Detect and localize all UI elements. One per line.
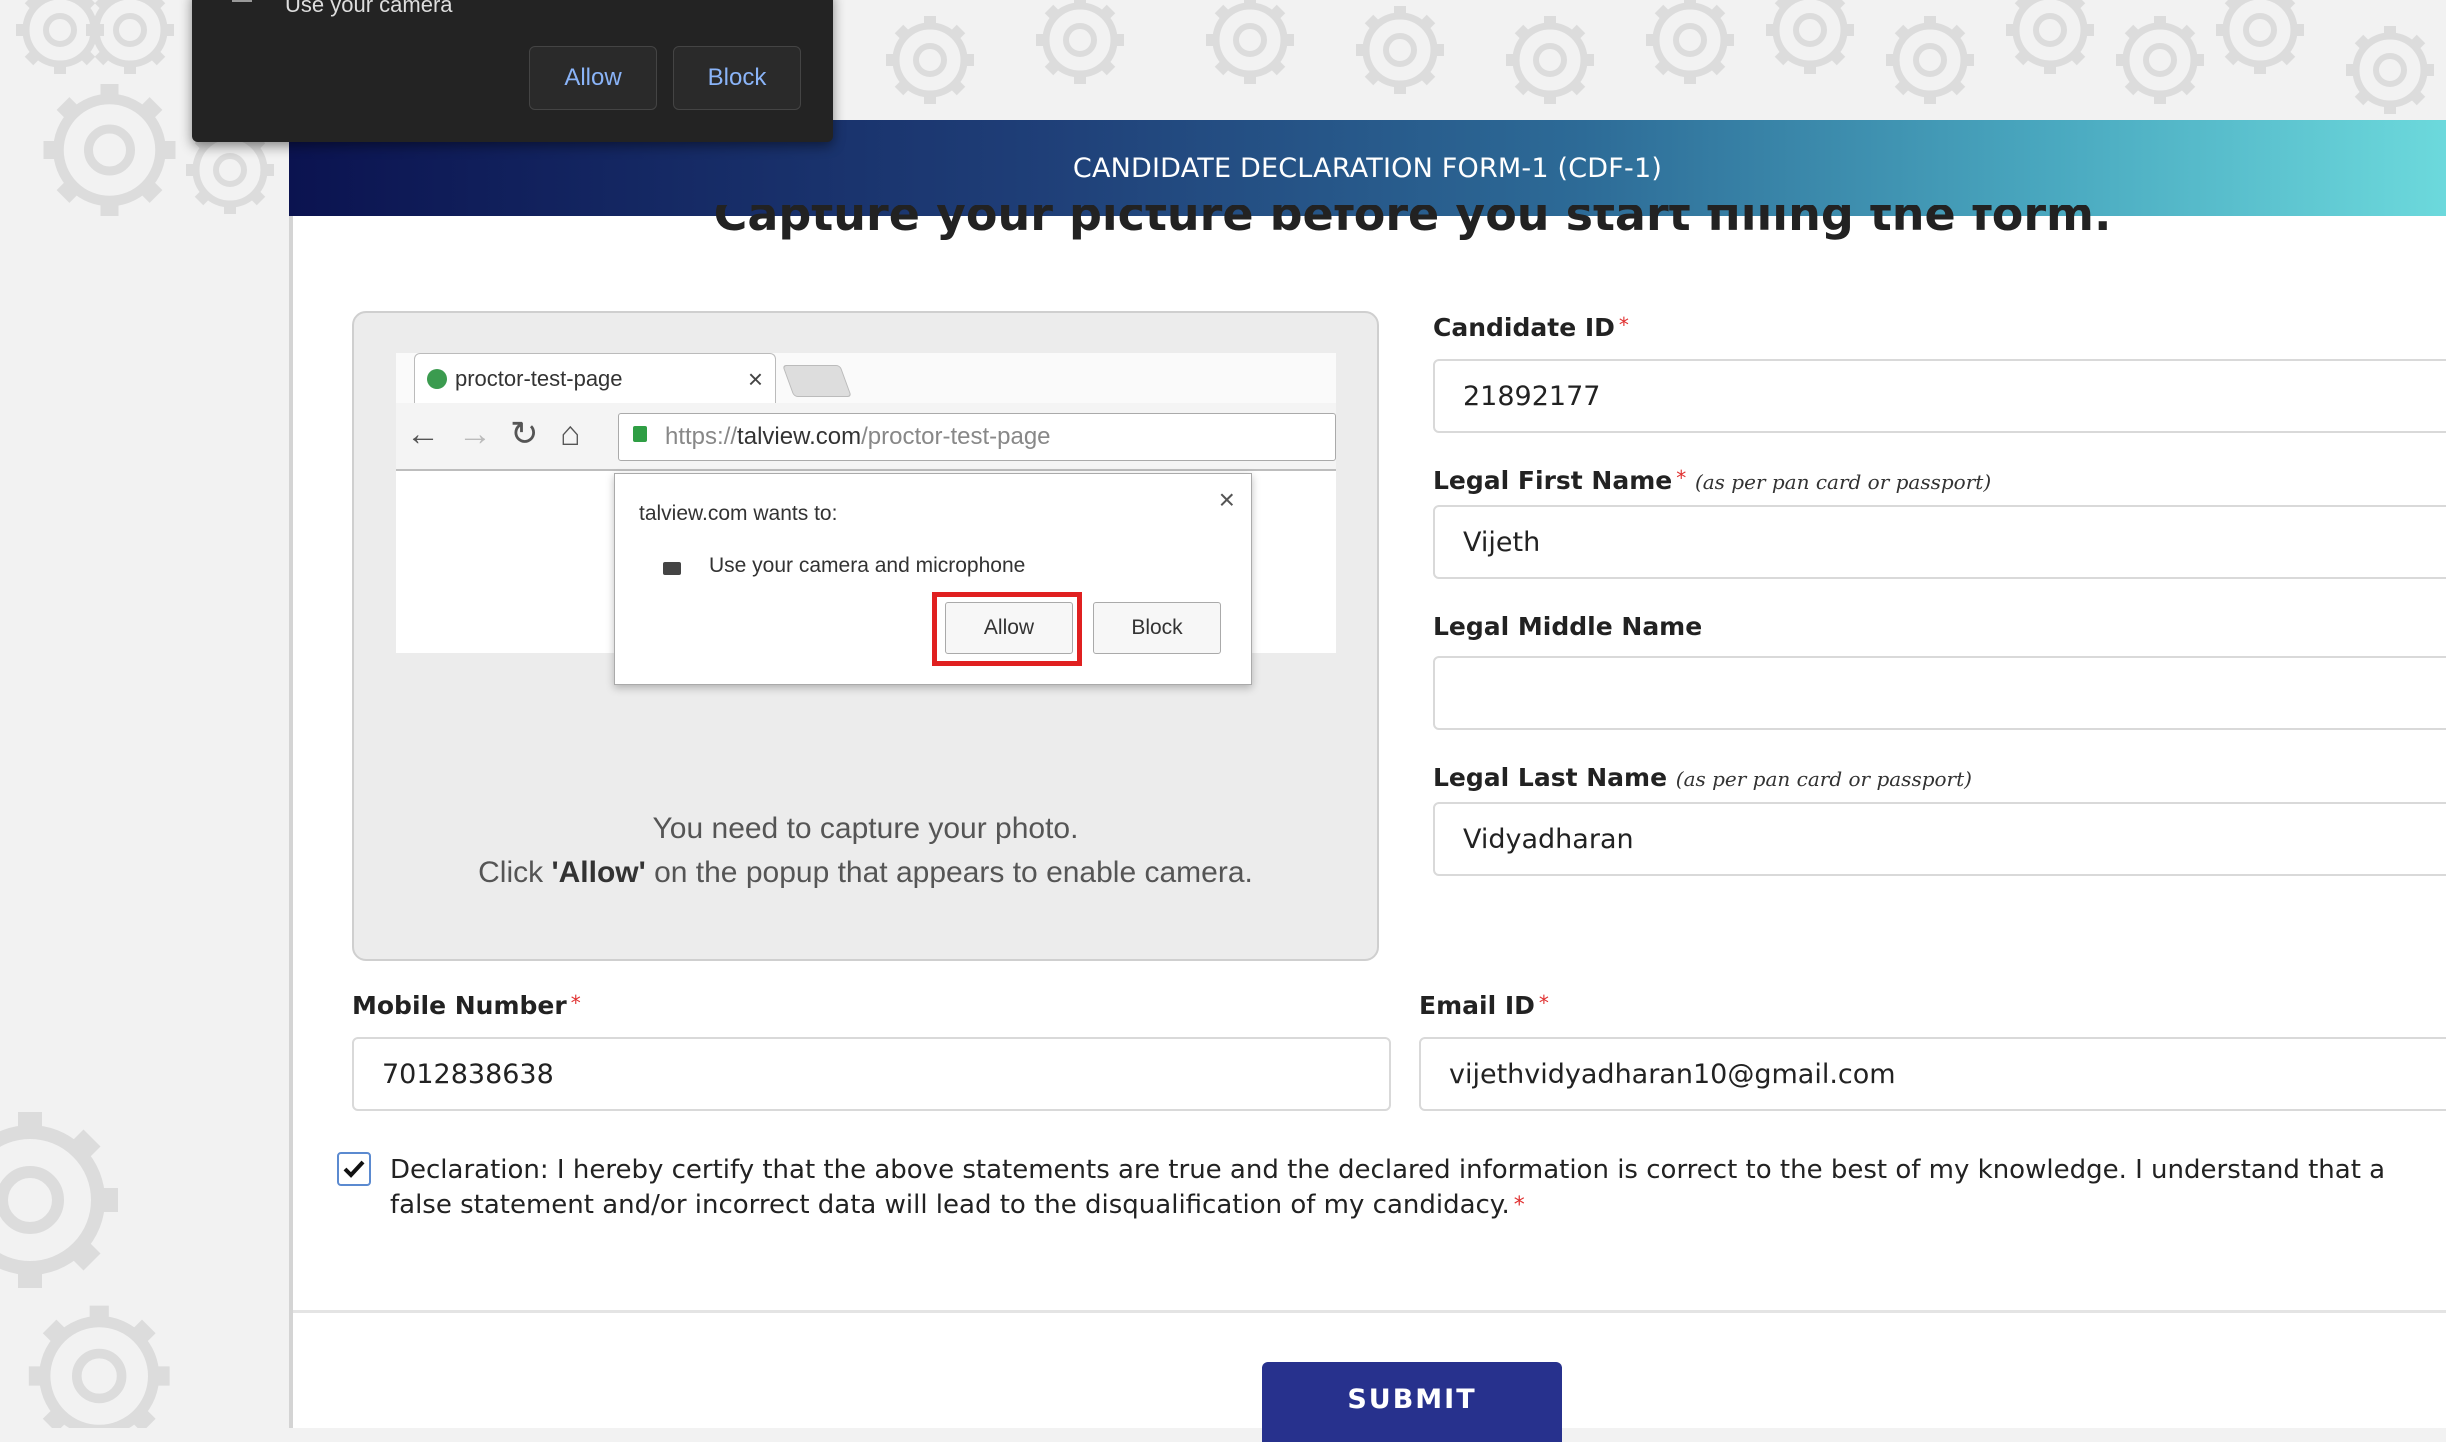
gear-icon — [0, 1112, 118, 1288]
forward-arrow-icon: → — [458, 415, 492, 453]
required-marker: * — [570, 991, 581, 1015]
gear-icon — [1356, 6, 1444, 94]
gear-icon — [1646, 0, 1734, 84]
middle-name-field[interactable] — [1433, 656, 2446, 730]
form-title: CANDIDATE DECLARATION FORM-1 (CDF-1) — [1072, 152, 1663, 184]
gear-icon — [29, 1306, 170, 1428]
email-input[interactable] — [1449, 1058, 2446, 1090]
checkmark-icon — [343, 1160, 365, 1178]
gear-icon — [2006, 0, 2094, 74]
email-field[interactable] — [1419, 1037, 2446, 1111]
declaration-checkbox[interactable] — [337, 1152, 371, 1186]
close-icon: × — [747, 364, 763, 394]
last-name-hint: (as per pan card or passport) — [1675, 767, 1972, 791]
illustration-block-button: Block — [1093, 602, 1221, 654]
permission-allow-button[interactable]: Allow — [529, 46, 657, 110]
submit-button[interactable]: SUBMIT — [1262, 1362, 1562, 1442]
permission-prompt-text: Use your camera — [285, 0, 453, 17]
first-name-hint: (as per pan card or passport) — [1694, 470, 1992, 494]
declaration-text: Declaration: I hereby certify that the a… — [390, 1153, 2446, 1223]
back-arrow-icon: ← — [406, 415, 440, 453]
browser-permission-popup: Use your camera Allow Block — [192, 0, 833, 142]
home-icon: ⌂ — [560, 415, 581, 453]
instruction-allow-emphasis: 'Allow' — [551, 856, 646, 889]
last-name-label-text: Legal Last Name — [1433, 763, 1668, 792]
middle-name-label: Legal Middle Name — [1433, 612, 1703, 641]
gear-icon — [1036, 0, 1124, 84]
photo-instruction-line1: You need to capture your photo. — [652, 812, 1079, 845]
illustration-dialog-title: talview.com wants to: — [639, 502, 838, 525]
required-marker: * — [1618, 313, 1629, 337]
camera-icon — [663, 562, 681, 575]
gear-icon — [2346, 26, 2434, 114]
candidate-id-label: Candidate ID * — [1433, 313, 1629, 342]
illustration-url-scheme: https:// — [665, 423, 738, 450]
reload-icon: ↻ — [510, 415, 539, 453]
gear-icon — [86, 0, 174, 74]
gear-icon — [886, 16, 974, 104]
mobile-label: Mobile Number * — [352, 991, 581, 1020]
email-label-text: Email ID — [1419, 991, 1535, 1020]
illustration-url-path: /proctor-test-page — [861, 423, 1051, 450]
photo-instruction-line2: Click 'Allow' on the popup that appears … — [352, 851, 1379, 895]
email-label: Email ID * — [1419, 991, 1549, 1020]
candidate-id-label-text: Candidate ID — [1433, 313, 1615, 342]
first-name-input[interactable] — [1463, 526, 2446, 558]
photo-instructions: You need to capture your photo. Click 'A… — [352, 807, 1379, 895]
instruction-prefix: Click — [478, 856, 552, 889]
illustration-dialog-permission: Use your camera and microphone — [709, 554, 1026, 577]
instruction-suffix: on the popup that appears to enable came… — [645, 856, 1253, 889]
gear-icon — [16, 0, 104, 74]
new-tab-icon — [782, 365, 852, 397]
mobile-input[interactable] — [382, 1058, 1389, 1090]
last-name-label: Legal Last Name (as per pan card or pass… — [1433, 763, 1972, 792]
middle-name-input[interactable] — [1463, 677, 2446, 709]
gear-icon — [2116, 16, 2204, 104]
declaration-statement: Declaration: I hereby certify that the a… — [390, 1155, 2386, 1220]
gear-icon — [1206, 0, 1294, 84]
first-name-field[interactable] — [1433, 505, 2446, 579]
gear-icon — [1766, 0, 1854, 74]
mobile-field[interactable] — [352, 1037, 1391, 1111]
leaf-icon — [427, 369, 447, 389]
illustration-tab: proctor-test-page × — [414, 353, 776, 403]
illustration-url-host: talview.com — [737, 423, 862, 450]
mobile-label-text: Mobile Number — [352, 991, 567, 1020]
permission-block-button[interactable]: Block — [673, 46, 801, 110]
required-marker: * — [1676, 466, 1687, 490]
gear-icon — [1506, 16, 1594, 104]
candidate-id-field[interactable] — [1433, 359, 2446, 433]
gear-icon — [2216, 0, 2304, 74]
first-name-label: Legal First Name * (as per pan card or pa… — [1433, 466, 1991, 495]
gear-icon — [44, 84, 176, 216]
camera-icon — [232, 0, 252, 2]
required-marker: * — [1513, 1193, 1525, 1218]
illustration-tabstrip: proctor-test-page × — [396, 353, 1336, 403]
close-icon: × — [1218, 484, 1235, 515]
candidate-id-input[interactable] — [1463, 380, 2446, 412]
section-divider — [293, 1310, 2446, 1313]
illustration-omnibox: https://talview.com/proctor-test-page — [618, 413, 1336, 461]
allow-highlight-box — [932, 592, 1082, 666]
first-name-label-text: Legal First Name — [1433, 466, 1673, 495]
lock-icon — [633, 426, 647, 442]
last-name-field[interactable] — [1433, 802, 2446, 876]
gear-icon — [1886, 16, 1974, 104]
capture-heading: Capture your picture before you start fi… — [713, 205, 2112, 241]
required-marker: * — [1538, 991, 1549, 1015]
last-name-input[interactable] — [1463, 823, 2446, 855]
illustration-tab-title: proctor-test-page — [455, 365, 623, 391]
